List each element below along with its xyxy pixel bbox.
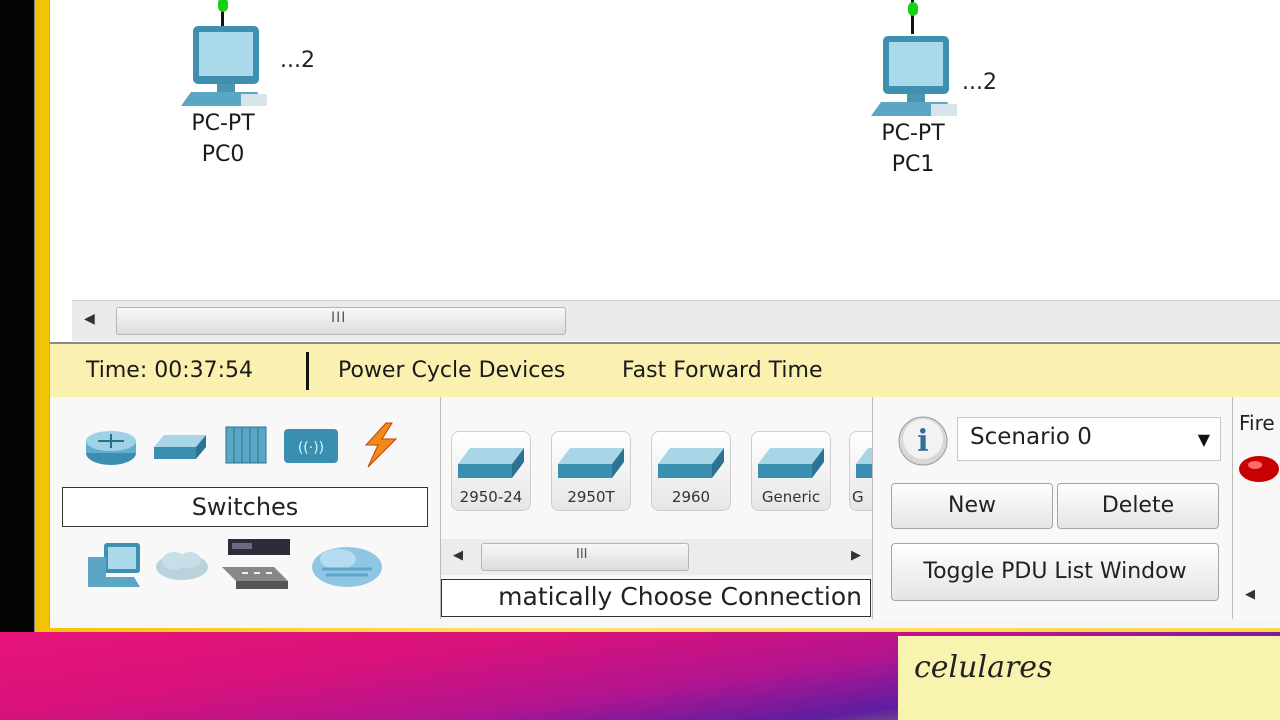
- pc1-device[interactable]: PC-PT PC1 ...2: [858, 30, 997, 180]
- pc0-model-label: PC-PT: [191, 111, 255, 136]
- fire-column-header: Fire: [1239, 411, 1275, 435]
- pc-icon: [181, 26, 267, 106]
- pc1-name-label: PC1: [891, 152, 935, 177]
- device-2950-24[interactable]: 2950-24: [451, 431, 531, 511]
- logical-workspace[interactable]: PC-PT PC0 ...2 PC-PT PC1 ...2: [50, 0, 1280, 296]
- toolbar-divider: [306, 352, 309, 390]
- desktop-left-edge: [0, 0, 36, 720]
- device-name: 2950T: [567, 488, 615, 506]
- scroll-left-arrow-icon[interactable]: ◀: [1245, 587, 1255, 602]
- pc0-name-label: PC0: [201, 142, 245, 167]
- custom-device-icon[interactable]: [218, 537, 294, 593]
- scrollbar-thumb[interactable]: III: [481, 543, 689, 571]
- device-list-scrollbar[interactable]: ◀ III ▶: [441, 539, 873, 575]
- device-list-panel: 2950-24 2950T 2960 Generic G ◀ III ▶ mat…: [440, 397, 874, 619]
- device-2960[interactable]: 2960: [651, 431, 731, 511]
- switch-icon[interactable]: [152, 433, 208, 461]
- device-category-panel: ((·)) Switches: [50, 397, 440, 622]
- pc1-model-label: PC-PT: [881, 121, 945, 146]
- device-description-text: matically Choose Connection: [498, 582, 862, 611]
- device-generic-partial[interactable]: G: [849, 431, 874, 511]
- switch-icon: [658, 448, 724, 478]
- svg-text:i: i: [917, 424, 928, 459]
- time-display: Time: 00:37:54: [86, 358, 254, 383]
- wireless-icon[interactable]: ((·)): [282, 425, 340, 467]
- switch-icon: [758, 448, 824, 478]
- pc0-ip-label: ...2: [280, 48, 315, 73]
- scenario-panel: i Scenario 0 ▼ New Delete Toggle PDU Lis…: [872, 397, 1233, 619]
- hub-icon[interactable]: [224, 425, 268, 465]
- red-status-icon[interactable]: [1237, 453, 1280, 485]
- link-status-indicator: [218, 0, 228, 12]
- power-cycle-button[interactable]: Power Cycle Devices: [338, 358, 565, 383]
- device-generic[interactable]: Generic: [751, 431, 831, 511]
- pc0-device[interactable]: PC-PT PC0 ...2: [168, 20, 315, 170]
- end-device-icon[interactable]: [84, 539, 142, 591]
- scroll-left-arrow-icon[interactable]: ◀: [84, 311, 95, 327]
- delete-scenario-button[interactable]: Delete: [1057, 483, 1219, 529]
- device-description-label: matically Choose Connection: [441, 579, 871, 617]
- realtime-bar: Time: 00:37:54 Power Cycle Devices Fast …: [50, 342, 1280, 399]
- connection-icon[interactable]: [352, 421, 406, 469]
- scenario-value: Scenario 0: [970, 424, 1092, 450]
- scrollbar-thumb[interactable]: III: [116, 307, 566, 335]
- wan-cloud-icon[interactable]: [154, 547, 210, 583]
- device-name: 2960: [671, 488, 711, 506]
- switch-icon: [558, 448, 624, 478]
- chevron-down-icon[interactable]: ▼: [1198, 430, 1210, 449]
- pc-icon: [871, 36, 957, 116]
- switch-icon: [458, 448, 524, 478]
- bottom-panel: ((·)) Switches 2950-24 2950T 2960 Generi…: [50, 397, 1280, 628]
- category-label: Switches: [62, 487, 428, 527]
- grip-icon: III: [331, 310, 347, 326]
- new-scenario-button[interactable]: New: [891, 483, 1053, 529]
- switch-icon: [856, 448, 874, 478]
- multiuser-icon[interactable]: [310, 541, 384, 591]
- workspace-horizontal-scrollbar[interactable]: ◀ III: [72, 300, 1280, 341]
- device-name: 2950-24: [459, 488, 523, 506]
- sticky-note-text: celulares: [914, 650, 1053, 685]
- pc1-ip-label: ...2: [962, 70, 997, 95]
- scroll-left-arrow-icon[interactable]: ◀: [453, 548, 463, 563]
- scenario-select[interactable]: Scenario 0 ▼: [957, 417, 1221, 461]
- fast-forward-button[interactable]: Fast Forward Time: [622, 358, 823, 383]
- router-icon[interactable]: [84, 427, 138, 467]
- toggle-pdu-list-button[interactable]: Toggle PDU List Window: [891, 543, 1219, 601]
- device-2950t[interactable]: 2950T: [551, 431, 631, 511]
- grip-icon: III: [576, 547, 588, 562]
- device-name: Generic: [761, 488, 821, 506]
- pdu-list-panel: Fire ◀: [1232, 397, 1280, 619]
- sticky-note: celulares ​: [898, 636, 1280, 720]
- device-name: G: [852, 488, 864, 506]
- svg-text:((·)): ((·)): [298, 440, 324, 456]
- window-content: PC-PT PC0 ...2 PC-PT PC1 ...2 ◀ III Time…: [49, 0, 1280, 628]
- scroll-right-arrow-icon[interactable]: ▶: [851, 548, 861, 563]
- packet-tracer-window: PC-PT PC0 ...2 PC-PT PC1 ...2 ◀ III Time…: [34, 0, 1280, 632]
- link-status-indicator: [908, 2, 918, 16]
- info-icon[interactable]: i: [897, 415, 951, 467]
